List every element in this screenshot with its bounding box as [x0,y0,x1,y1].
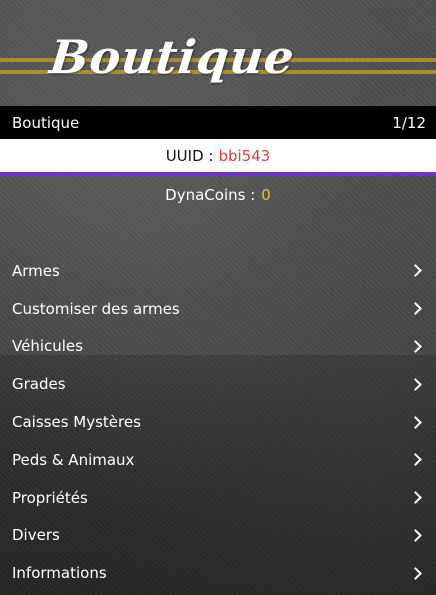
menu-item-peds-animaux[interactable]: Peds & Animaux [0,441,436,479]
menu-item-label: Customiser des armes [12,299,180,318]
page-counter: 1/12 [392,113,426,132]
chevron-right-icon [409,377,422,391]
chevron-right-icon [409,264,422,278]
menu-item-divers[interactable]: Divers [0,517,436,555]
menu-item-label: Divers [12,526,60,545]
chevron-right-icon [409,529,422,542]
shop-menu: Armes Customiser des armes Véhicules Gra… [0,252,436,592]
menu-item-grades[interactable]: Grades [0,365,436,403]
menu-item-label: Propriétés [12,488,88,507]
chevron-right-icon [409,415,422,429]
chevron-right-icon [409,302,422,316]
menu-item-customiser-armes[interactable]: Customiser des armes [0,290,436,328]
menu-subheader: Boutique 1/12 [0,106,436,139]
chevron-right-icon [409,566,422,580]
menu-item-caisses-mysteres[interactable]: Caisses Mystères [0,403,436,441]
menu-item-label: Grades [12,375,66,394]
banner-title: Boutique [47,30,298,84]
uuid-row: UUID : bbi543 [0,139,436,175]
menu-item-label: Véhicules [12,337,83,356]
menu-banner: Boutique [0,0,436,106]
uuid-label: UUID : [165,146,214,165]
uuid-value: bbi543 [218,146,271,165]
menu-item-label: Informations [12,564,107,583]
subheader-title: Boutique [12,113,80,132]
menu-item-armes[interactable]: Armes [0,252,436,290]
chevron-right-icon [409,340,422,353]
chevron-right-icon [409,453,422,467]
menu-item-label: Caisses Mystères [12,413,141,432]
menu-item-label: Peds & Animaux [12,450,135,469]
dynacoins-row: DynaCoins : 0 [0,180,436,210]
dynacoins-value: 0 [261,186,271,204]
menu-item-proprietes[interactable]: Propriétés [0,479,436,517]
menu-item-vehicules[interactable]: Véhicules [0,328,436,366]
menu-item-label: Armes [12,261,60,280]
dynacoins-label: DynaCoins : [165,186,256,204]
chevron-right-icon [409,491,422,505]
menu-item-informations[interactable]: Informations [0,554,436,592]
